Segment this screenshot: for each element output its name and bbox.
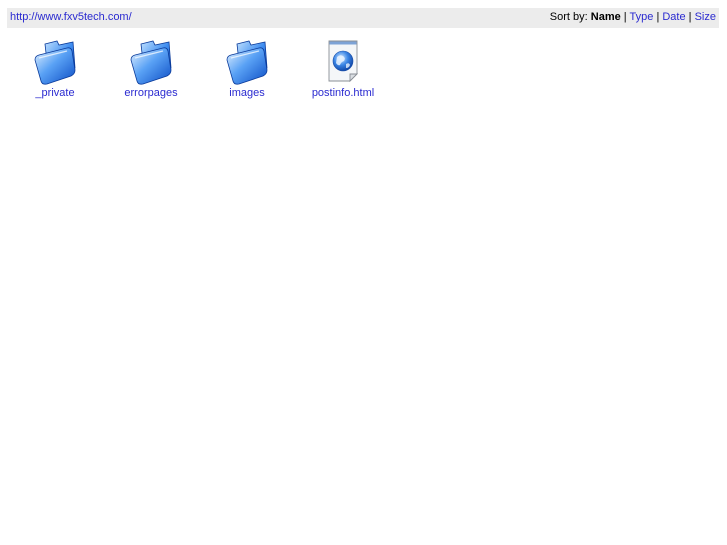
item-label: _private bbox=[35, 87, 75, 99]
location-bar: http://www.fxv5tech.com/ Sort by: Name |… bbox=[7, 8, 719, 28]
html-file-icon bbox=[328, 40, 359, 83]
folder-item-private[interactable]: _private bbox=[7, 38, 103, 100]
sort-date-link[interactable]: Date bbox=[662, 11, 685, 23]
sort-label: Sort by: bbox=[549, 11, 591, 23]
current-url-link[interactable]: http://www.fxv5tech.com/ bbox=[10, 8, 132, 27]
item-label: postinfo.html bbox=[311, 87, 375, 99]
folder-icon bbox=[226, 40, 268, 85]
sort-type-link[interactable]: Type bbox=[630, 11, 654, 23]
folder-icon bbox=[34, 40, 76, 85]
sort-size-link[interactable]: Size bbox=[695, 11, 716, 23]
folder-icon bbox=[130, 40, 172, 85]
file-item-postinfo[interactable]: postinfo.html bbox=[295, 38, 391, 100]
sort-controls: Sort by: Name | Type | Date | Size bbox=[550, 8, 716, 27]
item-label: errorpages bbox=[124, 87, 178, 99]
sort-name-active: Name bbox=[590, 11, 621, 23]
folder-item-images[interactable]: images bbox=[199, 38, 295, 100]
item-label: images bbox=[229, 87, 265, 99]
folder-item-errorpages[interactable]: errorpages bbox=[103, 38, 199, 100]
